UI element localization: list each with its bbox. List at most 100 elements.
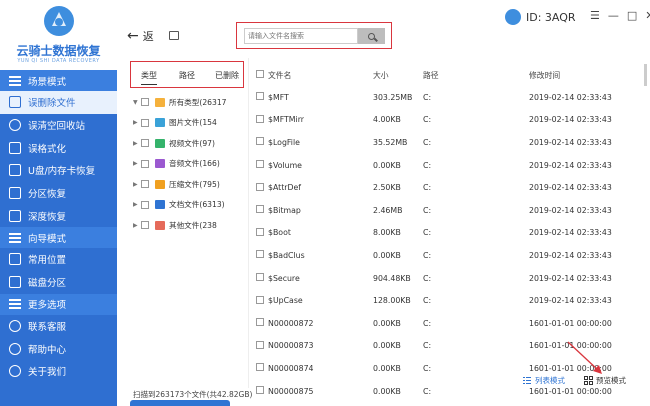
sidebar-item-0-2[interactable]: 误格式化: [0, 136, 117, 159]
sidebar-item-label: 分区恢复: [28, 189, 67, 201]
tab-type[interactable]: 类型: [141, 70, 157, 85]
app-logo: 云骑士数据恢复 YUN QI SHI DATA RECOVERY: [0, 0, 117, 70]
table-row[interactable]: $MFTMirr 4.00KB C: 2019-02-14 02:33:43: [250, 109, 650, 132]
tree-checkbox[interactable]: [141, 159, 149, 168]
annotation-arrow-icon: [567, 341, 602, 374]
divider: [248, 58, 249, 388]
table-row[interactable]: $LogFile 35.52MB C: 2019-02-14 02:33:43: [250, 131, 650, 154]
row-checkbox[interactable]: [256, 92, 264, 101]
sidebar-item-label: 常用位置: [28, 255, 67, 267]
row-checkbox[interactable]: [256, 182, 264, 191]
table-row[interactable]: $BadClus 0.00KB C: 2019-02-14 02:33:43: [250, 244, 650, 267]
table-row[interactable]: N00000872 0.00KB C: 1601-01-01 00:00:00: [250, 312, 650, 335]
cell-name: $Volume: [268, 160, 302, 170]
row-checkbox[interactable]: [256, 114, 264, 123]
expand-icon[interactable]: ▶: [133, 181, 141, 188]
cell-time: 2019-02-14 02:33:43: [529, 92, 612, 102]
row-checkbox[interactable]: [256, 363, 264, 372]
scrollbar[interactable]: [644, 64, 647, 86]
header-time[interactable]: 修改时间: [529, 70, 644, 81]
tree-node[interactable]: ▼ 所有类型(26317: [133, 92, 245, 113]
tree-node[interactable]: ▶ 压缩文件(795): [133, 174, 245, 195]
list-mode-button[interactable]: 列表模式: [523, 375, 565, 386]
cell-name: $Boot: [268, 228, 291, 238]
tree-checkbox[interactable]: [141, 118, 149, 127]
expand-icon[interactable]: ▼: [133, 99, 141, 106]
close-icon[interactable]: ✕: [645, 9, 650, 22]
table-row[interactable]: $Bitmap 2.46MB C: 2019-02-14 02:33:43: [250, 199, 650, 222]
tree-checkbox[interactable]: [141, 221, 149, 230]
row-checkbox[interactable]: [256, 137, 264, 146]
row-checkbox[interactable]: [256, 250, 264, 259]
row-checkbox[interactable]: [256, 318, 264, 327]
tree-node[interactable]: ▶ 图片文件(154: [133, 113, 245, 134]
header-name[interactable]: 文件名: [268, 70, 373, 81]
tab-deleted[interactable]: 已删除: [215, 70, 239, 81]
section-icon: [9, 299, 21, 309]
search-button[interactable]: [358, 28, 385, 44]
menu-item-icon: [9, 119, 21, 132]
row-checkbox[interactable]: [256, 295, 264, 304]
row-checkbox[interactable]: [256, 205, 264, 214]
tree-node[interactable]: ▶ 音频文件(166): [133, 154, 245, 175]
table-row[interactable]: $MFT 303.25MB C: 2019-02-14 02:33:43: [250, 86, 650, 109]
cell-name: $Secure: [268, 273, 300, 283]
menu-icon[interactable]: ☰: [590, 9, 600, 22]
sidebar-item-0-0[interactable]: 误删除文件: [0, 91, 117, 114]
window-controls: ☰ — □ ✕: [590, 9, 650, 22]
cell-time: 2019-02-14 02:33:43: [529, 115, 612, 125]
expand-icon[interactable]: ▶: [133, 222, 141, 229]
sidebar-item-1-1[interactable]: 磁盘分区: [0, 271, 117, 294]
sidebar-item-2-1[interactable]: 帮助中心: [0, 337, 117, 360]
cell-size: 4.00KB: [373, 115, 401, 125]
row-checkbox[interactable]: [256, 386, 264, 395]
top-bar: ←返 ID: 3AQR ☰ — □ ✕: [117, 0, 650, 58]
sidebar-item-0-3[interactable]: U盘/内存卡恢复: [0, 159, 117, 182]
header-size[interactable]: 大小: [373, 70, 423, 81]
sidebar-item-2-0[interactable]: 联系客服: [0, 315, 117, 338]
sidebar-item-2-2[interactable]: 关于我们: [0, 360, 117, 383]
expand-icon[interactable]: ▶: [133, 160, 141, 167]
cell-size: 303.25MB: [373, 92, 413, 102]
row-checkbox[interactable]: [256, 227, 264, 236]
tab-path[interactable]: 路径: [179, 70, 195, 81]
expand-icon[interactable]: ▶: [133, 119, 141, 126]
table-row[interactable]: $Volume 0.00KB C: 2019-02-14 02:33:43: [250, 154, 650, 177]
sidebar-item-0-1[interactable]: 误清空回收站: [0, 114, 117, 137]
header-path[interactable]: 路径: [423, 70, 529, 81]
minimize-icon[interactable]: —: [608, 9, 619, 22]
cell-size: 0.00KB: [373, 363, 401, 373]
expand-icon[interactable]: ▶: [133, 201, 141, 208]
table-row[interactable]: $Secure 904.48KB C: 2019-02-14 02:33:43: [250, 267, 650, 290]
table-row[interactable]: $Boot 8.00KB C: 2019-02-14 02:33:43: [250, 222, 650, 245]
cell-path: C:: [423, 137, 432, 147]
cell-size: 0.00KB: [373, 160, 401, 170]
expand-icon[interactable]: ▶: [133, 140, 141, 147]
row-checkbox[interactable]: [256, 160, 264, 169]
sidebar-item-1-0[interactable]: 常用位置: [0, 248, 117, 271]
user-avatar-icon: [505, 9, 521, 25]
tree-node-label: 视频文件(97): [169, 138, 215, 148]
select-all-checkbox[interactable]: [256, 70, 264, 78]
search-input[interactable]: [244, 28, 358, 44]
tree-checkbox[interactable]: [141, 180, 149, 189]
tree-checkbox[interactable]: [141, 200, 149, 209]
home-icon[interactable]: [169, 31, 179, 40]
cell-size: 0.00KB: [373, 386, 401, 396]
tree-node[interactable]: ▶ 文档文件(6313): [133, 195, 245, 216]
tree-node[interactable]: ▶ 视频文件(97): [133, 133, 245, 154]
cell-time: 2019-02-14 02:33:43: [529, 183, 612, 193]
maximize-icon[interactable]: □: [627, 9, 637, 22]
tree-checkbox[interactable]: [141, 139, 149, 148]
row-checkbox[interactable]: [256, 273, 264, 282]
scan-status: 扫描到263173个文件(共42.82GB): [133, 390, 253, 399]
tree-node[interactable]: ▶ 其他文件(238: [133, 215, 245, 236]
tree-checkbox[interactable]: [141, 98, 149, 107]
back-button[interactable]: ← 返: [127, 28, 154, 44]
sidebar-item-0-4[interactable]: 分区恢复: [0, 182, 117, 205]
table-row[interactable]: $UpCase 128.00KB C: 2019-02-14 02:33:43: [250, 289, 650, 312]
row-checkbox[interactable]: [256, 340, 264, 349]
table-row[interactable]: $AttrDef 2.50KB C: 2019-02-14 02:33:43: [250, 176, 650, 199]
recover-button[interactable]: [130, 400, 230, 406]
sidebar-item-0-5[interactable]: 深度恢复: [0, 204, 117, 227]
